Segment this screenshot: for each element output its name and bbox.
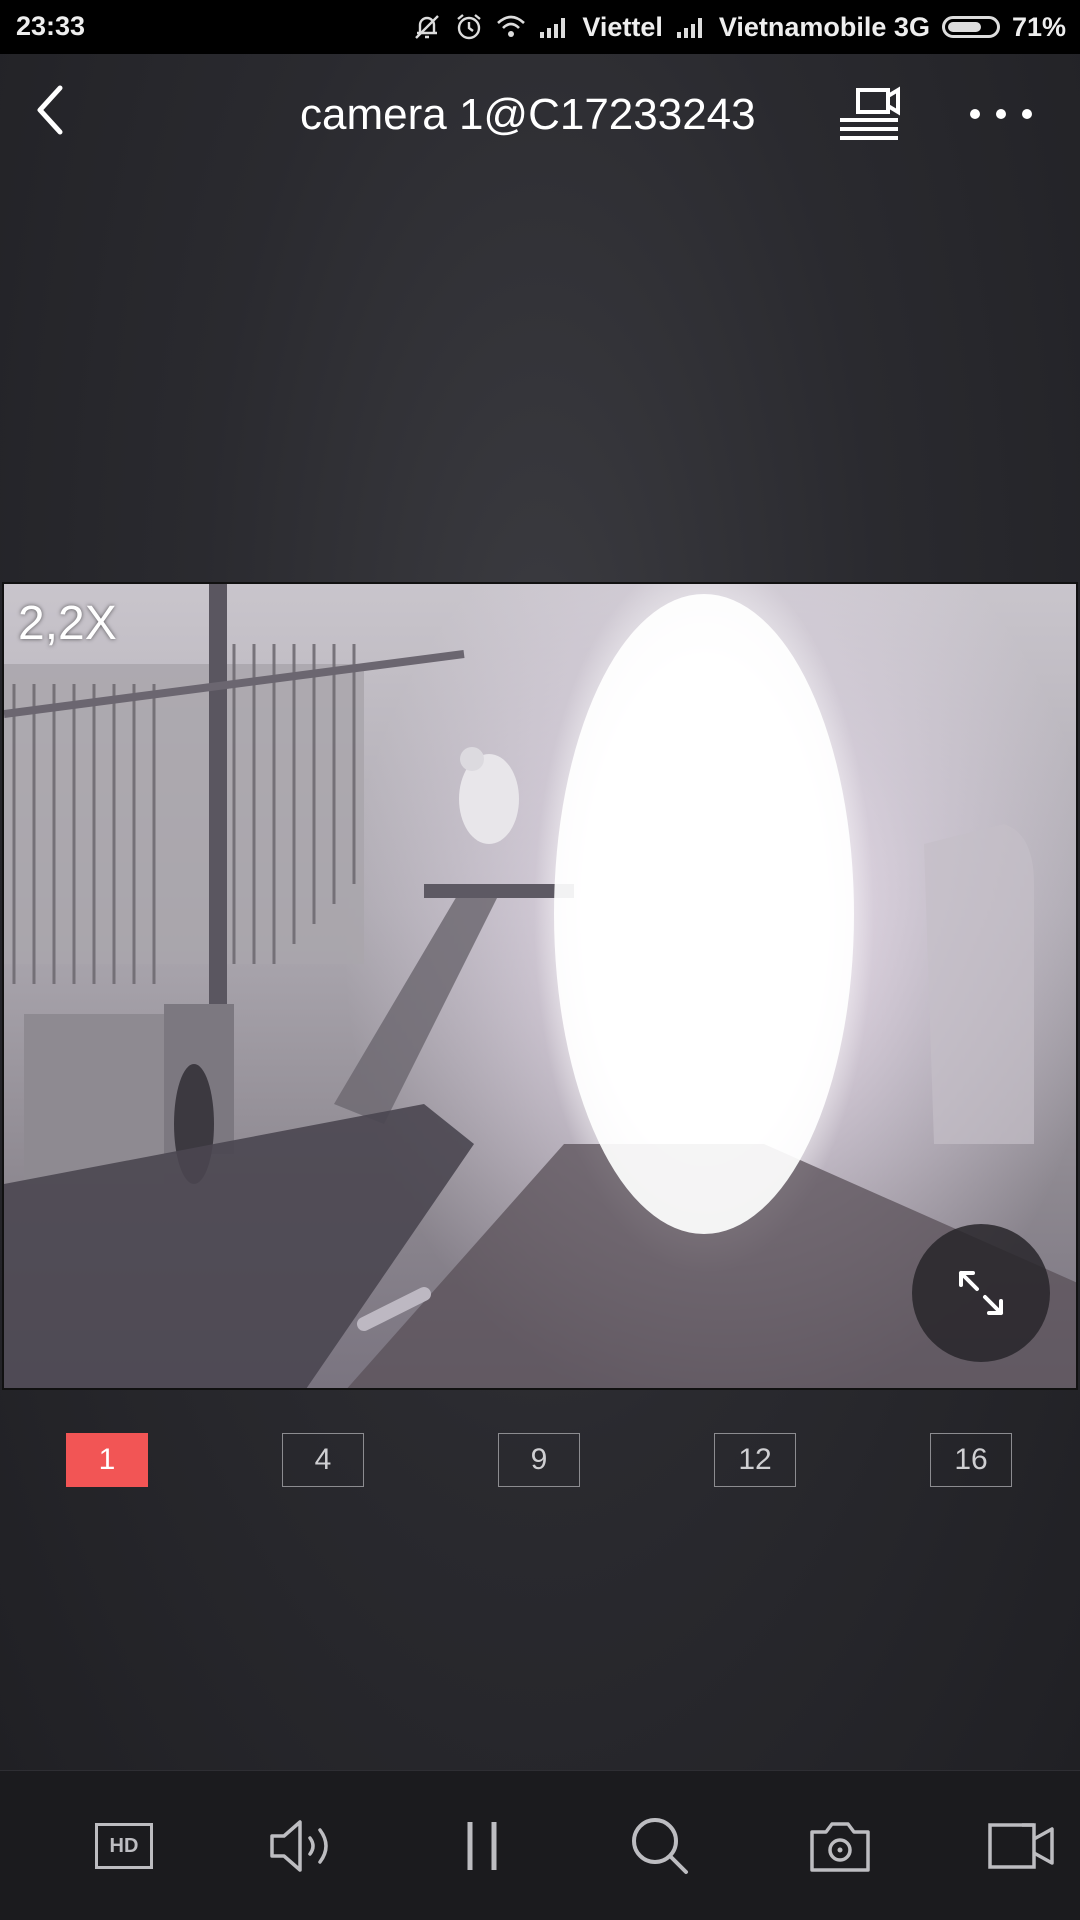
header: camera 1@C17233243: [0, 54, 1080, 180]
more-options-button[interactable]: [970, 84, 1042, 144]
back-button[interactable]: [20, 80, 80, 140]
mute-notification-icon: [412, 12, 442, 42]
page-title: camera 1@C17233243: [300, 90, 756, 139]
camera-snapshot-icon: [810, 1822, 870, 1872]
digital-zoom-button[interactable]: [610, 1771, 710, 1920]
live-video-view[interactable]: 2,2X: [2, 582, 1078, 1390]
wifi-icon: [496, 14, 526, 40]
speaker-icon: [270, 1820, 328, 1872]
status-time: 23:33: [16, 11, 86, 41]
camera-live-view-screen: 23:33 Viettel Vietnamobile 3G 71% camera…: [0, 0, 1080, 1920]
chevron-left-icon: [37, 85, 63, 135]
search-zoom-icon: [632, 1818, 688, 1874]
pause-button[interactable]: [432, 1771, 532, 1920]
more-dots-icon: [970, 109, 1032, 119]
layout-option-12[interactable]: 12: [714, 1433, 796, 1487]
video-record-icon: [988, 1823, 1054, 1869]
layout-option-1[interactable]: 1: [66, 1433, 148, 1487]
digital-zoom-label: 2,2X: [18, 597, 117, 650]
record-button[interactable]: [972, 1771, 1072, 1920]
carrier-2-label: Vietnamobile 3G: [718, 11, 930, 42]
pause-icon: [467, 1822, 497, 1870]
alarm-icon: [454, 12, 484, 42]
layout-option-16[interactable]: 16: [930, 1433, 1012, 1487]
battery-level-fill: [947, 22, 981, 32]
expand-arrows-icon: [959, 1271, 1003, 1315]
signal-icon: [538, 16, 570, 38]
carrier-1-label: Viettel: [582, 11, 663, 42]
battery-icon: [941, 16, 1000, 38]
hd-quality-button[interactable]: HD: [74, 1771, 174, 1920]
status-icons: Viettel Vietnamobile 3G 71%: [412, 0, 1066, 54]
playback-list-icon: [840, 86, 900, 140]
bottom-toolbar: HD: [0, 1770, 1080, 1920]
layout-option-9[interactable]: 9: [498, 1433, 580, 1487]
layout-option-4[interactable]: 4: [282, 1433, 364, 1487]
fullscreen-button[interactable]: [912, 1224, 1050, 1362]
hd-quality-icon: HD: [95, 1823, 153, 1869]
signal-icon: [675, 16, 707, 38]
audio-button[interactable]: [252, 1771, 352, 1920]
split-screen-selector: 1 4 9 12 16: [0, 1433, 1080, 1489]
battery-percent: 71%: [1011, 11, 1066, 42]
status-bar: 23:33 Viettel Vietnamobile 3G 71%: [0, 0, 1080, 54]
snapshot-button[interactable]: [790, 1771, 890, 1920]
playback-list-button[interactable]: [836, 84, 908, 144]
